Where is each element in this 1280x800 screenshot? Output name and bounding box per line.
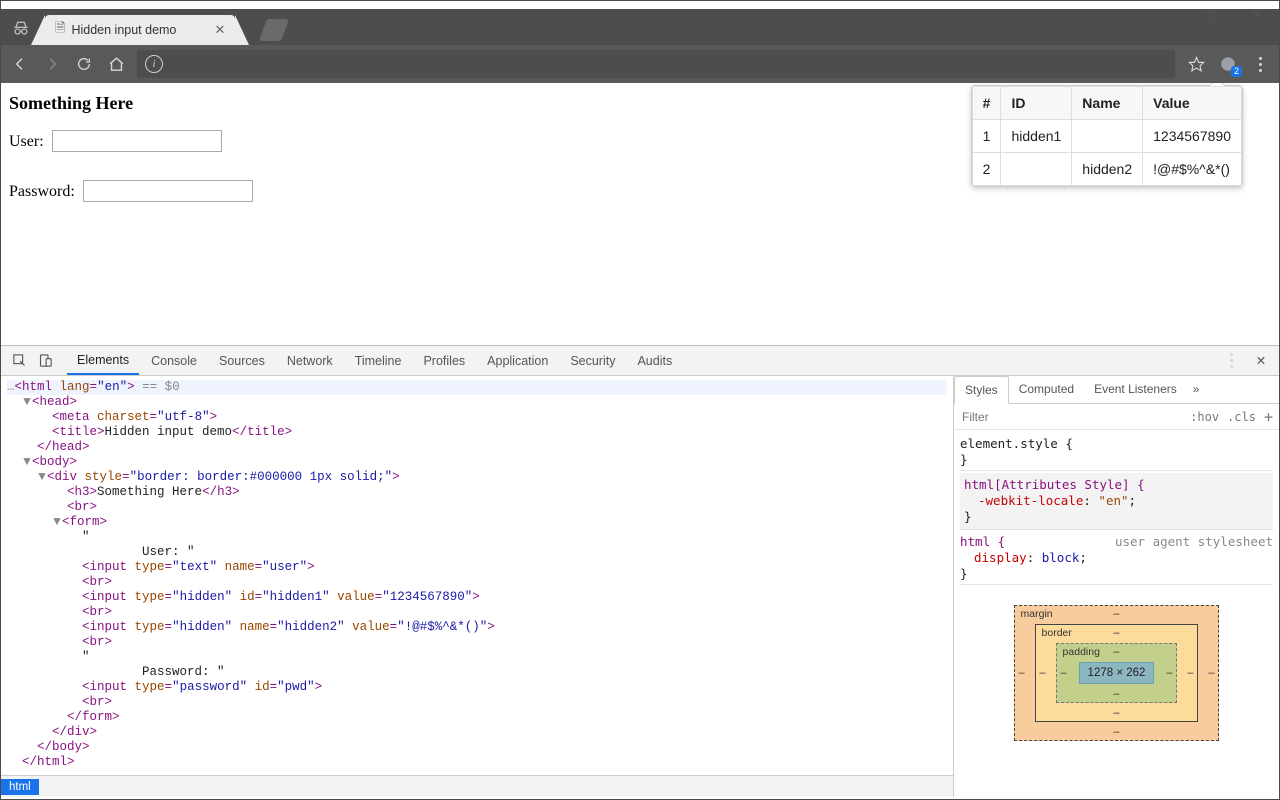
devtools-tab-sources[interactable]: Sources [209, 348, 275, 374]
address-bar[interactable]: i [137, 50, 1175, 78]
chrome-menu-button[interactable] [1249, 53, 1271, 75]
cls-toggle[interactable]: .cls [1227, 410, 1256, 424]
minimize-button[interactable]: — [1144, 1, 1189, 29]
devtools: Elements Console Sources Network Timelin… [1, 345, 1279, 797]
styles-rules: element.style { } html[Attributes Style]… [954, 430, 1279, 591]
styles-panel: Styles Computed Event Listeners » :hov .… [953, 376, 1279, 797]
devtools-menu-icon[interactable] [1219, 349, 1243, 373]
extension-badge-count: 2 [1231, 66, 1242, 77]
new-tab-button[interactable] [259, 19, 289, 41]
table-row: 2 hidden2 !@#$%^&*() [972, 153, 1241, 186]
col-value: Value [1143, 87, 1242, 120]
device-toggle-icon[interactable] [33, 349, 57, 373]
devtools-tab-network[interactable]: Network [277, 348, 343, 374]
tab-close-icon[interactable]: ✕ [213, 23, 227, 37]
reload-button[interactable] [73, 53, 95, 75]
popup-arrow [1210, 83, 1224, 86]
table-row: 1 hidden1 1234567890 [972, 120, 1241, 153]
styles-tab-eventlisteners[interactable]: Event Listeners [1084, 376, 1187, 403]
styles-tabs: Styles Computed Event Listeners » [954, 376, 1279, 404]
box-model: margin –––– border –––– padding –––– 127… [954, 591, 1279, 755]
site-info-icon[interactable]: i [145, 55, 163, 73]
breadcrumb-item[interactable]: html [1, 779, 39, 795]
devtools-tab-application[interactable]: Application [477, 348, 558, 374]
bookmark-star-icon[interactable] [1185, 53, 1207, 75]
styles-tab-more-icon[interactable]: » [1187, 376, 1206, 403]
dom-tree[interactable]: …<html lang="en"> == $0 ▼<head> <meta ch… [1, 376, 953, 775]
devtools-tabbar: Elements Console Sources Network Timelin… [1, 346, 1279, 376]
devtools-tab-audits[interactable]: Audits [627, 348, 682, 374]
devtools-tab-elements[interactable]: Elements [67, 347, 139, 375]
devtools-body: …<html lang="en"> == $0 ▼<head> <meta ch… [1, 376, 1279, 797]
col-name: Name [1072, 87, 1143, 120]
elements-panel: …<html lang="en"> == $0 ▼<head> <meta ch… [1, 376, 953, 797]
tab-active[interactable]: 🗎 Hidden input demo ✕ [45, 15, 235, 45]
page-viewport: Something Here User: Password: # ID Name [1, 83, 1279, 345]
box-model-content: 1278 × 262 [1079, 662, 1155, 684]
back-button[interactable] [9, 53, 31, 75]
devtools-tab-profiles[interactable]: Profiles [413, 348, 475, 374]
user-label: User: [9, 133, 44, 150]
close-window-button[interactable]: ✕ [1234, 1, 1279, 29]
elements-breadcrumb[interactable]: html [1, 775, 953, 797]
extension-icon[interactable]: 2 [1217, 53, 1239, 75]
col-id: ID [1001, 87, 1072, 120]
forward-button[interactable] [41, 53, 63, 75]
hov-toggle[interactable]: :hov [1190, 410, 1219, 424]
extension-popup: # ID Name Value 1 hidden1 1234567890 2 [971, 85, 1243, 187]
styles-filter-row: :hov .cls + [954, 404, 1279, 430]
password-input[interactable] [83, 180, 253, 202]
devtools-tab-timeline[interactable]: Timeline [345, 348, 412, 374]
devtools-tab-security[interactable]: Security [560, 348, 625, 374]
devtools-close-icon[interactable]: ✕ [1249, 349, 1273, 373]
hidden-inputs-table: # ID Name Value 1 hidden1 1234567890 2 [972, 86, 1242, 186]
toolbar: i 2 [1, 45, 1279, 83]
file-icon: 🗎 [55, 19, 65, 41]
user-input[interactable] [52, 130, 222, 152]
password-label: Password: [9, 183, 75, 200]
inspect-icon[interactable] [7, 349, 31, 373]
home-button[interactable] [105, 53, 127, 75]
col-num: # [972, 87, 1001, 120]
window-controls: — ☐ ✕ [1144, 1, 1279, 29]
tab-strip: 🗎 Hidden input demo ✕ [1, 9, 1279, 45]
styles-tab-computed[interactable]: Computed [1009, 376, 1084, 403]
tab-title: Hidden input demo [71, 23, 176, 37]
maximize-button[interactable]: ☐ [1189, 1, 1234, 29]
styles-tab-styles[interactable]: Styles [954, 376, 1009, 404]
add-rule-icon[interactable]: + [1264, 408, 1273, 426]
titlebar [1, 1, 1279, 9]
styles-filter-input[interactable] [960, 409, 1060, 425]
browser-window: — ☐ ✕ 🗎 Hidden input demo ✕ i 2 [0, 0, 1280, 800]
devtools-tab-console[interactable]: Console [141, 348, 207, 374]
